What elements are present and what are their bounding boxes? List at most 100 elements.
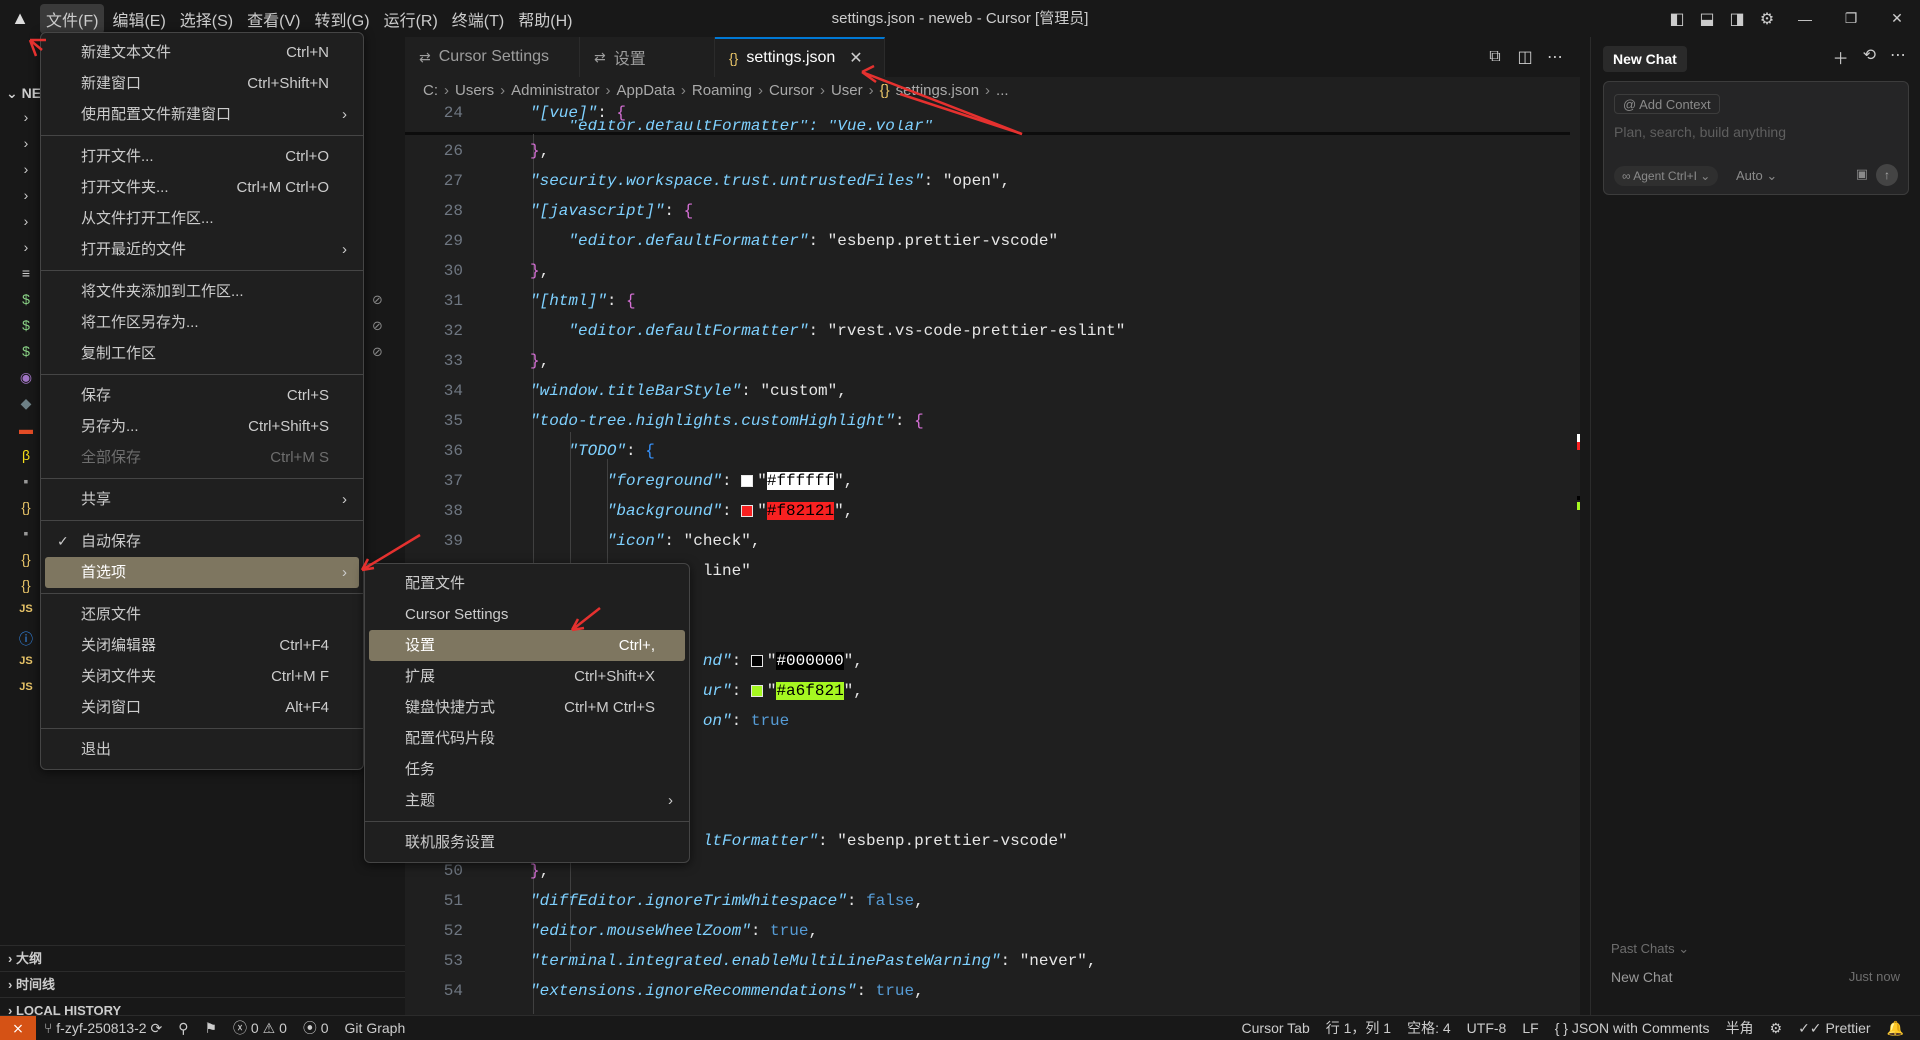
image-icon[interactable]: ▣ <box>1856 166 1868 182</box>
file-menu-item[interactable]: 打开文件... Ctrl+O <box>45 141 359 172</box>
breadcrumb-item[interactable]: User <box>831 82 863 99</box>
git-graph-button[interactable]: Git Graph <box>337 1020 414 1036</box>
file-menu-item[interactable]: 关闭文件夹 Ctrl+M F <box>45 661 359 692</box>
open-settings-ui-icon[interactable]: ⧉ <box>1480 42 1510 72</box>
json-file-icon[interactable]: {} <box>18 551 34 567</box>
toggle-primary-sidebar-icon[interactable]: ◧ <box>1662 4 1692 34</box>
file-menu-item[interactable]: 使用配置文件新建窗口 › <box>45 99 359 130</box>
file-menu-item[interactable]: 保存 Ctrl+S <box>45 380 359 411</box>
toggle-secondary-sidebar-icon[interactable]: ◨ <box>1722 4 1752 34</box>
more-icon[interactable]: ⋯ <box>1890 45 1906 69</box>
breadcrumb-item[interactable]: Cursor <box>769 82 814 99</box>
breadcrumb-item[interactable]: Users <box>455 82 494 99</box>
breadcrumb-item[interactable]: C: <box>423 82 438 99</box>
timeline-section[interactable]: › 时间线 <box>0 971 405 997</box>
pref-menu-item[interactable]: 配置文件 <box>369 568 685 599</box>
file-menu-item[interactable]: 共享 › <box>45 484 359 515</box>
past-chat-item[interactable]: New Chat <box>1611 969 1672 985</box>
minimize-button[interactable]: — <box>1782 0 1828 37</box>
menu-view[interactable]: 查看(V) <box>241 4 306 34</box>
menu-file[interactable]: 文件(F) <box>40 3 105 34</box>
chevron-right-icon[interactable]: › <box>18 161 34 177</box>
menu-help[interactable]: 帮助(H) <box>512 4 578 34</box>
rocket-icon[interactable]: ⚑ <box>196 1020 225 1037</box>
js-file-icon[interactable]: JS <box>18 681 34 693</box>
list-file-icon[interactable]: ≡ <box>18 265 34 281</box>
json-file-icon[interactable]: {} <box>18 577 34 593</box>
js-file-icon[interactable]: JS <box>18 603 34 615</box>
remote-icon[interactable]: ⨯ <box>0 1015 36 1040</box>
language-mode[interactable]: { } JSON with Comments <box>1547 1020 1718 1036</box>
pref-menu-item[interactable]: 主题 › <box>369 785 685 816</box>
indentation[interactable]: 空格: 4 <box>1399 1018 1459 1038</box>
cursor-position[interactable]: 行 1，列 1 <box>1318 1018 1399 1038</box>
file-menu-item[interactable]: 还原文件 <box>45 599 359 630</box>
chevron-right-icon[interactable]: › <box>18 213 34 229</box>
file-menu-item[interactable]: 关闭编辑器 Ctrl+F4 <box>45 630 359 661</box>
file-menu-item[interactable]: 从文件打开工作区... <box>45 203 359 234</box>
close-window-button[interactable]: ✕ <box>1874 0 1920 37</box>
plus-icon[interactable]: ＋ <box>1833 45 1849 69</box>
pref-menu-item[interactable]: 设置 Ctrl+, <box>369 630 685 661</box>
pref-menu-item[interactable]: 任务 <box>369 754 685 785</box>
info-file-icon[interactable]: ⓘ <box>18 629 34 649</box>
explorer-header[interactable]: ⌄ NE <box>6 85 41 102</box>
chevron-right-icon[interactable]: › <box>18 135 34 151</box>
past-chats-header[interactable]: Past Chats ⌄ <box>1611 941 1689 957</box>
line-ending[interactable]: LF <box>1514 1020 1546 1036</box>
menu-edit[interactable]: 编辑(E) <box>106 4 171 34</box>
prettier-status[interactable]: ✓✓ Prettier <box>1790 1020 1878 1037</box>
send-icon[interactable]: ↑ <box>1876 164 1898 186</box>
encoding[interactable]: UTF-8 <box>1459 1020 1515 1036</box>
shell-file-icon[interactable]: $ <box>18 317 34 333</box>
file-menu-item[interactable]: 另存为... Ctrl+Shift+S <box>45 411 359 442</box>
notifications-icon[interactable]: 🔔 <box>1879 1020 1912 1037</box>
file-menu-item[interactable]: 复制工作区 <box>45 338 359 369</box>
tab-cursor-settings[interactable]: ⇄ Cursor Settings <box>405 37 580 77</box>
add-context-button[interactable]: @ Add Context <box>1614 94 1720 114</box>
pref-menu-item[interactable]: 扩展 Ctrl+Shift+X <box>369 661 685 692</box>
file-menu-item[interactable]: 将工作区另存为... <box>45 307 359 338</box>
menu-terminal[interactable]: 终端(T) <box>446 4 510 34</box>
chat-input[interactable]: Plan, search, build anything <box>1614 124 1786 140</box>
pref-menu-item[interactable]: 键盘快捷方式 Ctrl+M Ctrl+S <box>369 692 685 723</box>
cursor-tab-status[interactable]: Cursor Tab <box>1234 1020 1318 1036</box>
pref-menu-item[interactable]: Cursor Settings <box>369 599 685 630</box>
file-icon[interactable]: ▪ <box>18 525 34 541</box>
shell-file-icon[interactable]: $ <box>18 343 34 359</box>
file-menu-item[interactable]: 关闭窗口 Alt+F4 <box>45 692 359 723</box>
breadcrumb-item[interactable]: settings.json <box>896 82 979 99</box>
file-menu-item[interactable]: 退出 <box>45 734 359 765</box>
breadcrumb-item[interactable]: AppData <box>617 82 675 99</box>
html-file-icon[interactable]: ▬ <box>18 421 34 437</box>
close-tab-icon[interactable]: ✕ <box>849 48 862 68</box>
ports-status[interactable]: ⦿ 0 <box>295 1018 337 1038</box>
json-file-icon[interactable]: {} <box>18 499 34 515</box>
sync-icon[interactable]: ⚙ <box>1762 1020 1791 1037</box>
chevron-right-icon[interactable]: › <box>18 109 34 125</box>
file-menu-item[interactable]: ✓ 自动保存 <box>45 526 359 557</box>
file-menu-item[interactable]: 全部保存 Ctrl+M S <box>45 442 359 473</box>
file-icon[interactable]: ▪ <box>18 473 34 489</box>
outline-section[interactable]: › 大纲 <box>0 945 405 971</box>
shell-file-icon[interactable]: $ <box>18 291 34 307</box>
branch-status[interactable]: ⑂ f-zyf-250813-2 ⟳ <box>36 1020 170 1037</box>
more-actions-icon[interactable]: ⋯ <box>1540 42 1570 72</box>
file-menu-item[interactable]: 首选项 › <box>45 557 359 588</box>
git-icon[interactable]: ⚲ <box>170 1020 196 1037</box>
file-menu-item[interactable]: 打开文件夹... Ctrl+M Ctrl+O <box>45 172 359 203</box>
input-width[interactable]: 半角 <box>1718 1018 1762 1038</box>
file-menu-item[interactable]: 打开最近的文件 › <box>45 234 359 265</box>
code-editor[interactable]: "editor.defaultFormatter": "Vue.volar" 2… <box>405 104 1580 1015</box>
model-selector[interactable]: Auto ⌄ <box>1736 166 1777 186</box>
breadcrumb-item[interactable]: ... <box>996 82 1009 99</box>
file-menu-item[interactable]: 将文件夹添加到工作区... <box>45 276 359 307</box>
toggle-panel-icon[interactable]: ⬓ <box>1692 4 1722 34</box>
restore-button[interactable]: ❐ <box>1828 0 1874 37</box>
chevron-right-icon[interactable]: › <box>18 239 34 255</box>
breadcrumb-item[interactable]: Roaming <box>692 82 752 99</box>
menu-go[interactable]: 转到(G) <box>308 4 375 34</box>
file-menu-item[interactable]: 新建窗口 Ctrl+Shift+N <box>45 68 359 99</box>
pref-menu-item[interactable]: 联机服务设置 <box>369 827 685 858</box>
menu-run[interactable]: 运行(R) <box>378 4 444 34</box>
